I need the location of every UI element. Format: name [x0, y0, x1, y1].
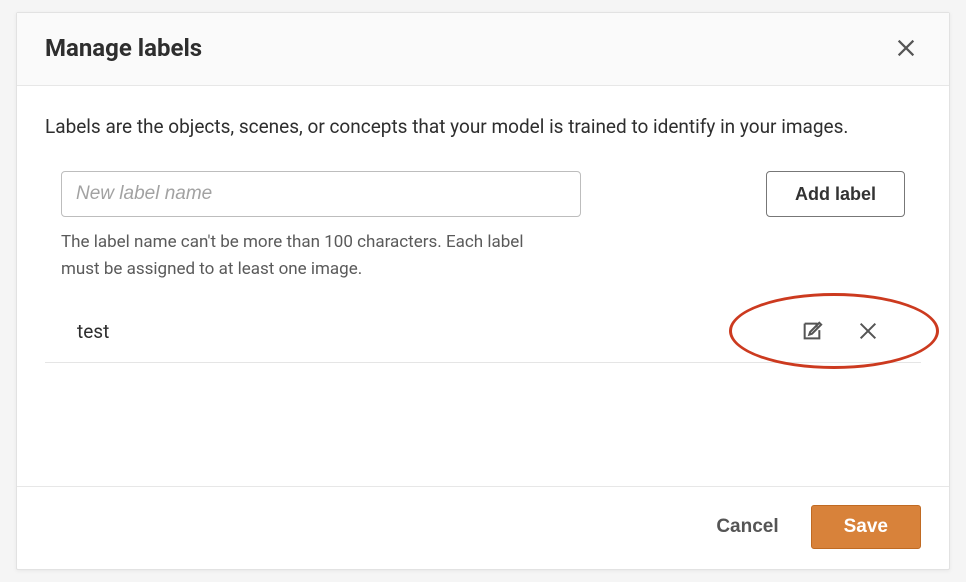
save-button[interactable]: Save: [811, 505, 921, 549]
label-row-actions: [797, 316, 905, 346]
label-name: test: [77, 320, 109, 343]
cancel-button[interactable]: Cancel: [712, 508, 782, 546]
close-icon: [857, 320, 879, 342]
modal-footer: Cancel Save: [17, 486, 949, 569]
label-input-column: The label name can't be more than 100 ch…: [61, 171, 581, 282]
edit-label-button[interactable]: [797, 316, 827, 346]
edit-icon: [801, 320, 823, 342]
close-button[interactable]: [891, 33, 921, 63]
label-input-row: The label name can't be more than 100 ch…: [45, 171, 921, 282]
label-list: test: [45, 300, 921, 363]
close-icon: [895, 37, 917, 59]
delete-label-button[interactable]: [853, 316, 883, 346]
manage-labels-modal: Manage labels Labels are the objects, sc…: [16, 12, 950, 570]
modal-title: Manage labels: [45, 34, 202, 62]
modal-body: Labels are the objects, scenes, or conce…: [17, 86, 949, 486]
input-helper-text: The label name can't be more than 100 ch…: [61, 229, 561, 282]
new-label-input[interactable]: [61, 171, 581, 217]
modal-description: Labels are the objects, scenes, or conce…: [45, 112, 921, 141]
label-row: test: [45, 300, 921, 363]
add-label-button[interactable]: Add label: [766, 171, 905, 217]
modal-header: Manage labels: [17, 13, 949, 86]
